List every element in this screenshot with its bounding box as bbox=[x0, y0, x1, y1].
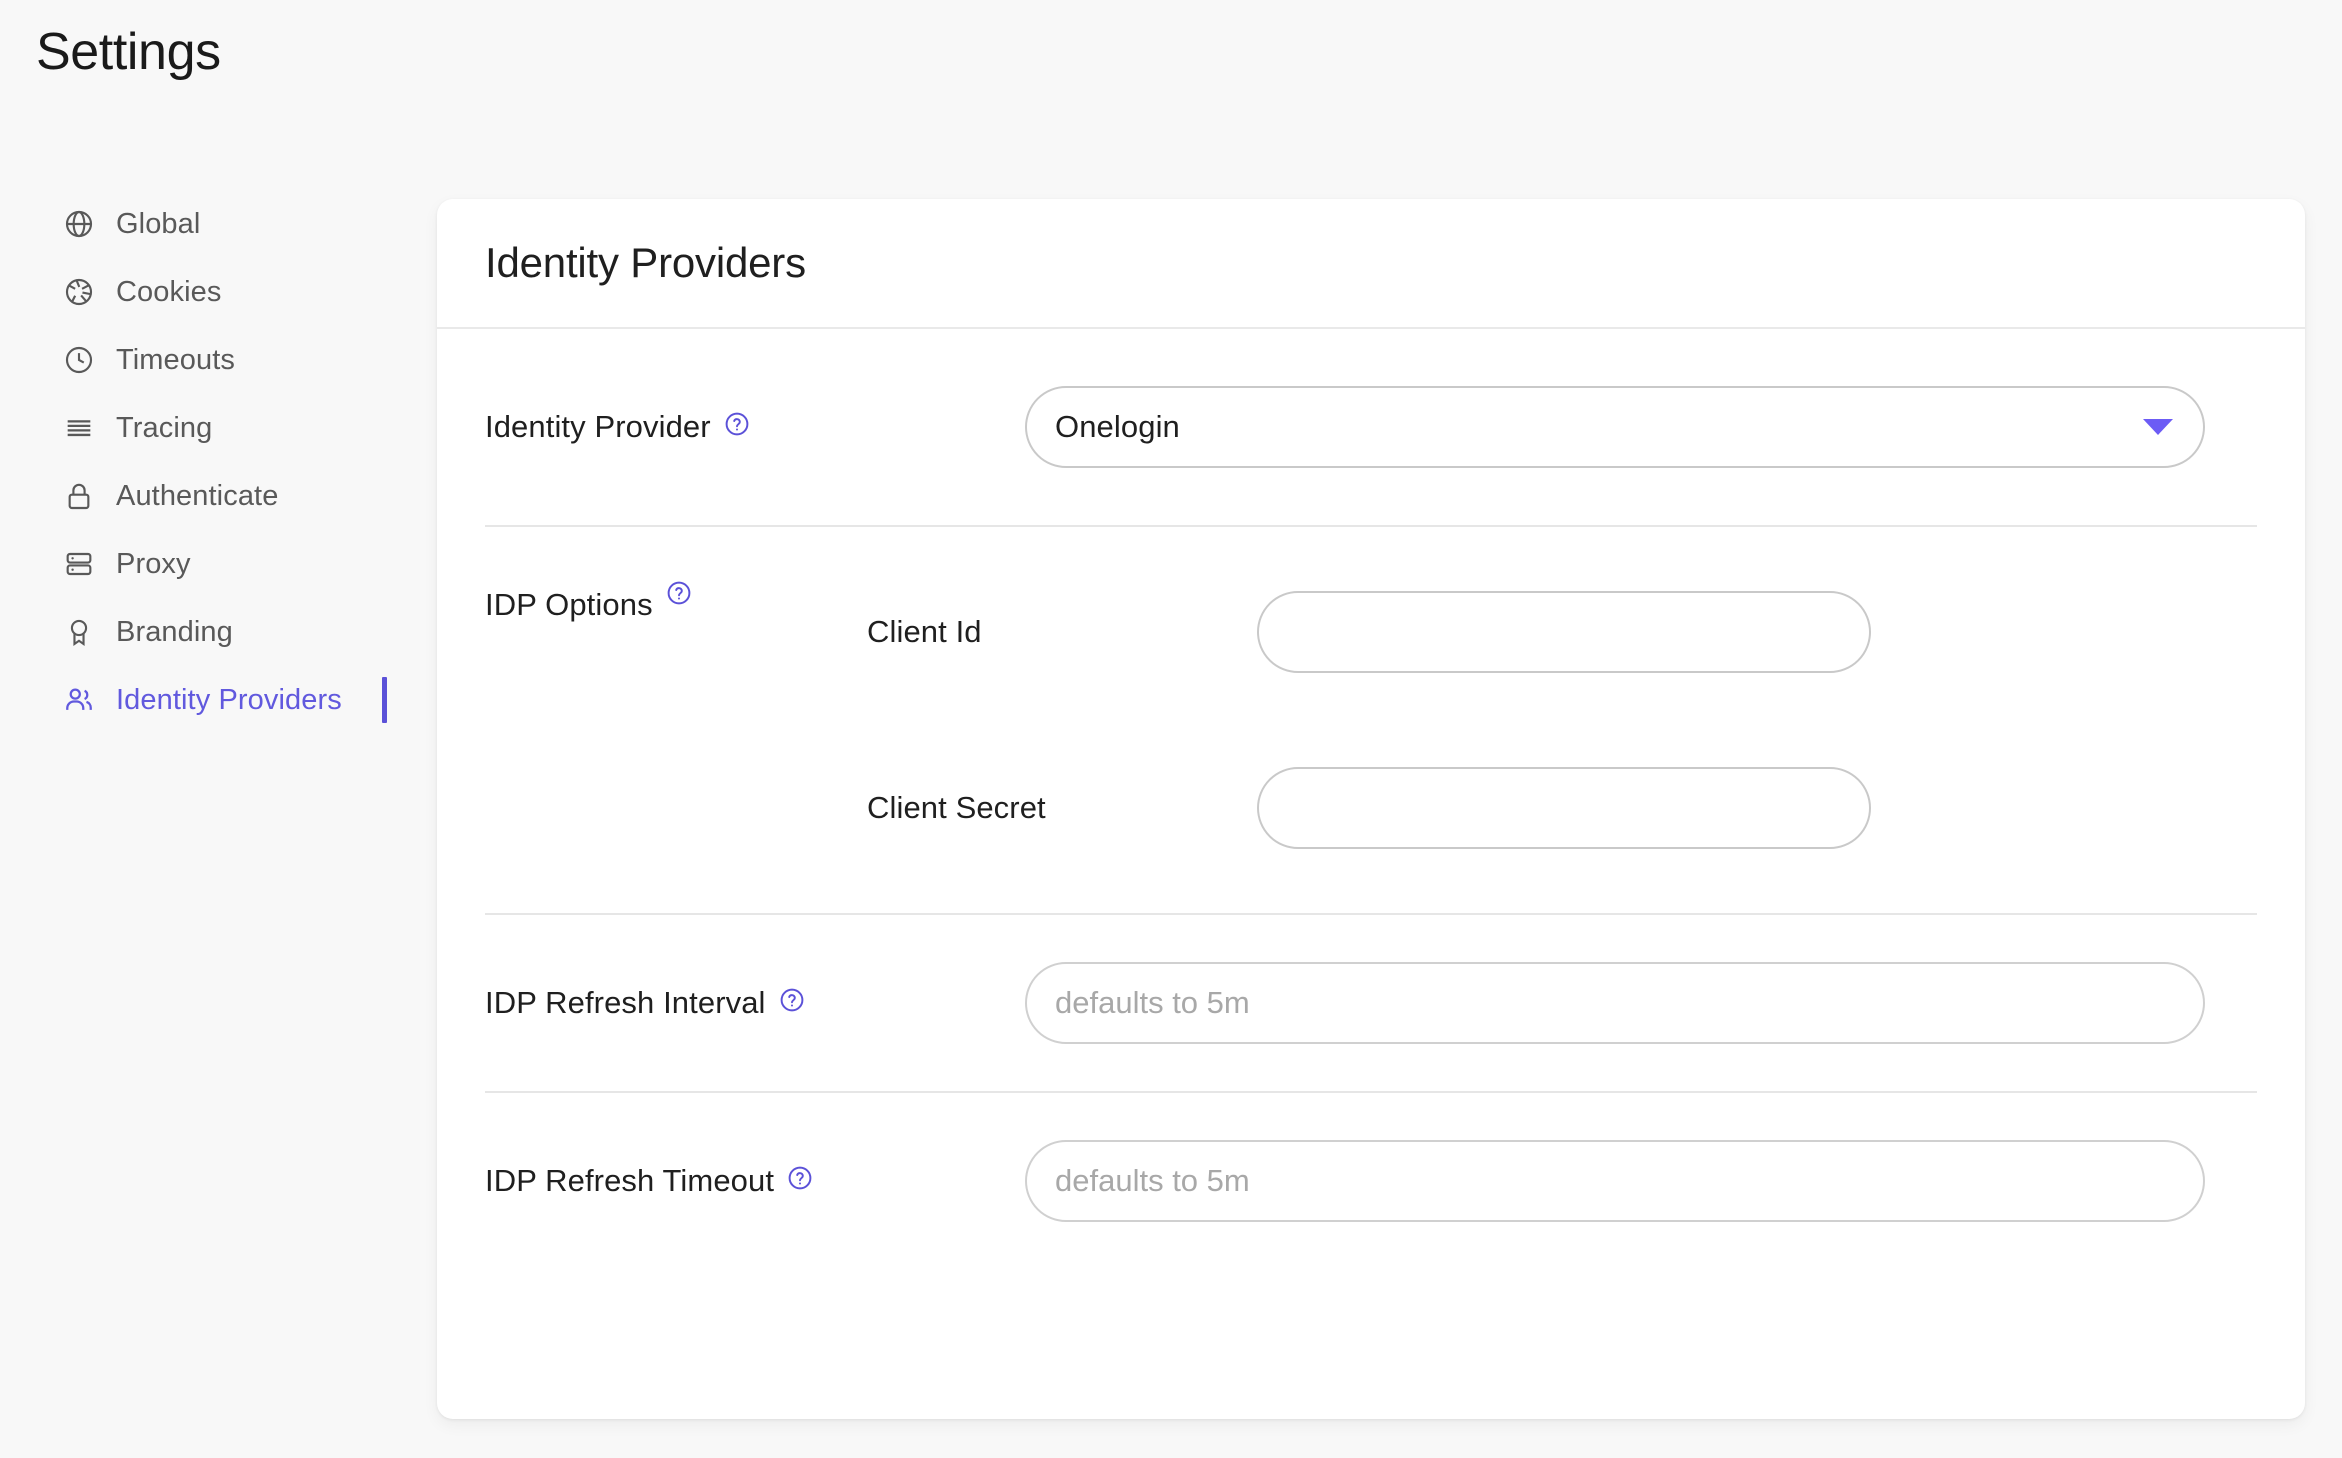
settings-sidebar: Global Cookies bbox=[0, 190, 400, 734]
list-lines-icon bbox=[62, 411, 96, 445]
clock-icon bbox=[62, 343, 96, 377]
sidebar-item-proxy[interactable]: Proxy bbox=[0, 530, 400, 598]
settings-page: Settings Global bbox=[0, 0, 2342, 1458]
client-secret-label: Client Secret bbox=[867, 790, 1257, 826]
help-circle-icon[interactable] bbox=[779, 987, 805, 1013]
sidebar-item-label: Global bbox=[116, 208, 200, 241]
card-body: Identity Provider Onelogin bbox=[437, 329, 2305, 1269]
sidebar-item-label: Tracing bbox=[116, 412, 212, 445]
idp-options-fields: Client Id Client Secret bbox=[867, 573, 2257, 867]
idp-refresh-interval-input[interactable] bbox=[1025, 962, 2205, 1044]
active-indicator-bar bbox=[382, 677, 387, 723]
sidebar-item-label: Authenticate bbox=[116, 480, 278, 513]
identity-provider-label-group: Identity Provider bbox=[485, 409, 1025, 445]
aperture-icon bbox=[62, 275, 96, 309]
sidebar-item-global[interactable]: Global bbox=[0, 190, 400, 258]
sidebar-item-label: Cookies bbox=[116, 276, 221, 309]
sidebar-item-label: Identity Providers bbox=[116, 684, 342, 717]
identity-provider-label: Identity Provider bbox=[485, 409, 711, 445]
card-header: Identity Providers bbox=[437, 199, 2305, 329]
sidebar-item-branding[interactable]: Branding bbox=[0, 598, 400, 666]
identity-provider-row: Identity Provider Onelogin bbox=[437, 329, 2305, 525]
page-title: Settings bbox=[36, 22, 221, 82]
idp-refresh-timeout-row: IDP Refresh Timeout bbox=[437, 1093, 2305, 1269]
idp-refresh-timeout-label-group: IDP Refresh Timeout bbox=[485, 1163, 1025, 1199]
help-circle-icon[interactable] bbox=[787, 1165, 813, 1191]
sidebar-item-label: Proxy bbox=[116, 548, 191, 581]
idp-options-row: IDP Options Client Id bbox=[437, 527, 2305, 913]
idp-refresh-interval-label-group: IDP Refresh Interval bbox=[485, 985, 1025, 1021]
client-id-label: Client Id bbox=[867, 614, 1257, 650]
idp-refresh-timeout-input[interactable] bbox=[1025, 1140, 2205, 1222]
client-id-input[interactable] bbox=[1257, 591, 1871, 673]
help-circle-icon[interactable] bbox=[666, 580, 692, 606]
card-title: Identity Providers bbox=[485, 239, 806, 287]
idp-options-label-group: IDP Options bbox=[485, 573, 867, 623]
sidebar-item-label: Branding bbox=[116, 616, 233, 649]
sidebar-item-authenticate[interactable]: Authenticate bbox=[0, 462, 400, 530]
sidebar-item-label: Timeouts bbox=[116, 344, 235, 377]
globe-icon bbox=[62, 207, 96, 241]
help-circle-icon[interactable] bbox=[724, 411, 750, 437]
client-secret-row: Client Secret bbox=[867, 749, 2257, 867]
identity-provider-selected-value: Onelogin bbox=[1055, 409, 1180, 445]
sidebar-item-cookies[interactable]: Cookies bbox=[0, 258, 400, 326]
idp-refresh-interval-row: IDP Refresh Interval bbox=[437, 915, 2305, 1091]
idp-refresh-interval-label: IDP Refresh Interval bbox=[485, 985, 766, 1021]
sidebar-item-tracing[interactable]: Tracing bbox=[0, 394, 400, 462]
award-icon bbox=[62, 615, 96, 649]
idp-refresh-timeout-label: IDP Refresh Timeout bbox=[485, 1163, 774, 1199]
sidebar-item-identity-providers[interactable]: Identity Providers bbox=[0, 666, 400, 734]
sidebar-item-timeouts[interactable]: Timeouts bbox=[0, 326, 400, 394]
identity-providers-card: Identity Providers Identity Provider bbox=[437, 199, 2305, 1419]
client-id-row: Client Id bbox=[867, 573, 2257, 691]
server-icon bbox=[62, 547, 96, 581]
users-icon bbox=[62, 683, 96, 717]
idp-options-label: IDP Options bbox=[485, 587, 653, 623]
client-secret-input[interactable] bbox=[1257, 767, 1871, 849]
identity-provider-select[interactable]: Onelogin bbox=[1025, 386, 2205, 468]
identity-provider-select-wrapper: Onelogin bbox=[1025, 386, 2205, 468]
lock-icon bbox=[62, 479, 96, 513]
